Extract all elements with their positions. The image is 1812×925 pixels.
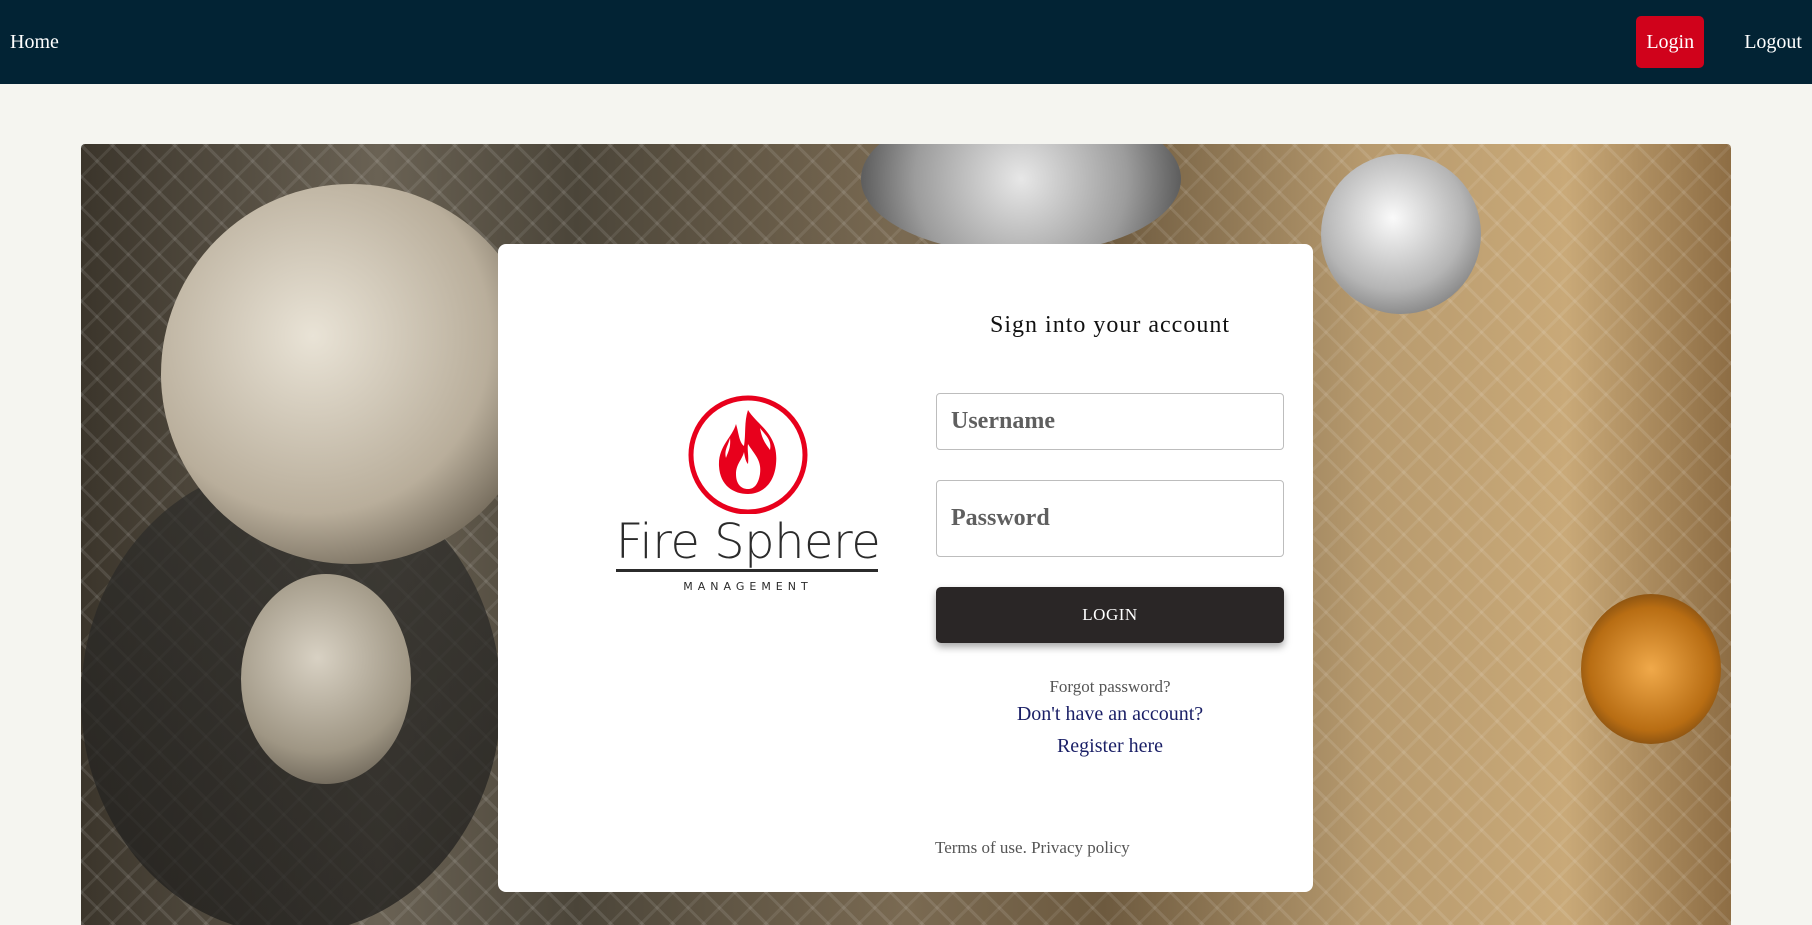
fire-sphere-logo: Fire Sphere MANAGEMENT [608,394,888,604]
register-link[interactable]: Register here [936,735,1284,758]
flame-icon [688,395,808,514]
terms-link[interactable]: Terms of use. [935,838,1027,857]
top-navbar: Home Login Logout [0,0,1812,84]
pump-housing-shape [161,184,541,564]
coupling-shape [861,144,1181,254]
no-account-text: Don't have an account? [1016,703,1204,725]
login-form: Sign into your account LOGIN Forgot pass… [936,244,1284,892]
login-card: Fire Sphere MANAGEMENT Sign into your ac… [498,244,1313,892]
footer-links: Terms of use. Privacy policy [935,838,1130,858]
valve-shape [1321,154,1481,314]
nav-right-group: Login Logout [1636,16,1802,68]
amber-light-shape [1581,594,1721,744]
logo-underline [616,569,878,572]
logo-name-text: Fire Sphere [615,514,881,570]
username-input[interactable] [936,393,1284,450]
login-submit-button[interactable]: LOGIN [936,587,1284,643]
pipe-fitting-shape [241,574,411,784]
nav-home-link[interactable]: Home [10,31,59,54]
nav-login-button[interactable]: Login [1636,16,1705,68]
logo-subtitle-text: MANAGEMENT [683,580,813,593]
forgot-password-link[interactable]: Forgot password? [936,677,1284,697]
password-input[interactable] [936,480,1284,557]
privacy-link[interactable]: Privacy policy [1031,838,1130,857]
form-title: Sign into your account [990,312,1230,338]
nav-logout-link[interactable]: Logout [1744,31,1802,54]
